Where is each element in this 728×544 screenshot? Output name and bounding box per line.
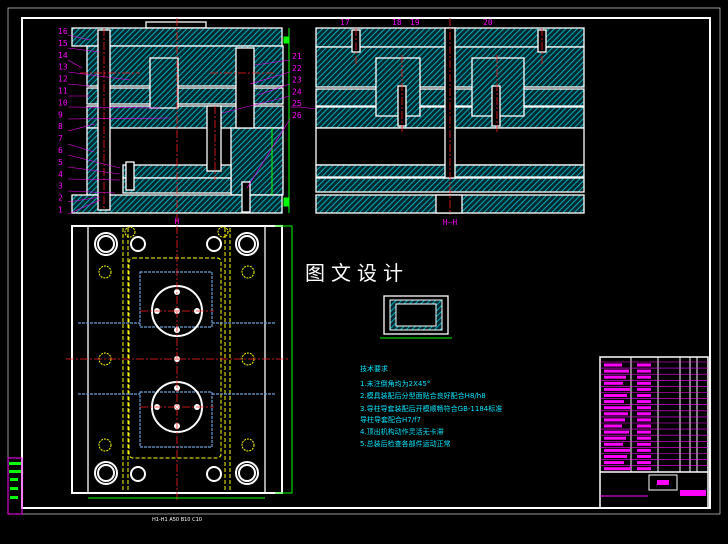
title-block-cell-text	[604, 400, 624, 404]
part-number-label: 23	[292, 76, 302, 85]
requirement-item: 3.导柱导套装配后开模顺畅符合GB-1184标准	[360, 404, 502, 413]
requirement-item: 5.总装后检查各部件运动正常	[360, 439, 451, 448]
part-number-label: 17	[340, 18, 350, 27]
title-block-cell-text	[604, 461, 624, 465]
title-block-cell-text	[637, 430, 651, 434]
title-block-cell-text	[637, 381, 651, 385]
plan-view	[66, 225, 293, 500]
title-block-cell-text	[637, 412, 651, 416]
title-block-cell-text	[637, 418, 651, 422]
title-block-cell-text	[604, 412, 628, 416]
title-block-cell-text	[604, 418, 625, 422]
title-block-cell-text	[604, 363, 622, 367]
part-number-label: 18	[392, 18, 402, 27]
part-number-label: 1	[58, 206, 63, 215]
detail-view	[380, 295, 452, 339]
part-number-label: 19	[410, 18, 420, 27]
left-part-labels: 16 15 14 13 12 11 10 9 8 7 6 5 4 3 2 1	[58, 27, 68, 215]
part-number-label: 15	[58, 39, 68, 48]
title-block-cell-text	[637, 369, 651, 373]
title-block-cell-text	[637, 406, 651, 410]
title-block-cell-text	[637, 375, 651, 379]
title-block-cell-text	[637, 448, 651, 452]
title-block-cell-text	[637, 436, 651, 440]
title-block-cell-text	[604, 455, 627, 458]
part-number-label: 4	[58, 170, 63, 179]
requirement-item: 2.模具装配后分型面贴合良好配合H8/h8	[360, 391, 486, 400]
part-number-label: 10	[58, 98, 68, 107]
title-block-cell-text	[604, 394, 627, 397]
title-block-cell-text	[637, 424, 651, 428]
part-number-label: 20	[483, 18, 493, 27]
requirements-title: 技术要求	[360, 364, 388, 373]
title-block-cell-text	[604, 387, 630, 391]
title-block-cell-text	[604, 369, 629, 373]
cad-drawing: 16151413121110987654321 212223242526 17 1…	[7, 7, 721, 542]
part-number-label: 24	[292, 87, 302, 96]
part-number-label: 5	[58, 158, 63, 167]
title-block-cell-text	[637, 400, 651, 404]
title-block-cell-text	[604, 381, 623, 385]
binding-strip	[7, 457, 23, 515]
part-number-label: 8	[58, 122, 63, 131]
part-number-label: 9	[58, 110, 63, 119]
title-block-cell-text	[604, 448, 630, 452]
part-number-label: 11	[58, 87, 68, 96]
part-number-label: 21	[292, 52, 302, 61]
title-block-cell-text	[637, 455, 651, 458]
part-number-label: 26	[292, 111, 302, 120]
plan-section-marker: H	[175, 217, 180, 226]
requirement-item: 导柱导套配合H7/f7	[360, 415, 421, 424]
bottom-note: H1-H1 A50 B10 C10	[152, 517, 202, 523]
title-block-cell-text	[604, 406, 631, 410]
part-number-label: 22	[292, 64, 302, 73]
part-number-label: 14	[58, 51, 68, 60]
technical-requirements: 技术要求 1.未注倒角均为2X45° 2.模具装配后分型面贴合良好配合H8/h8…	[360, 364, 502, 448]
part-number-label: 7	[58, 134, 63, 143]
section-label: H—H	[443, 218, 458, 227]
part-number-label: 6	[58, 146, 63, 155]
title-block-cell-text	[637, 461, 651, 465]
part-number-label: 13	[58, 63, 68, 72]
title-block-cell-text	[604, 467, 631, 471]
title-block-cell-text	[637, 442, 651, 446]
part-number-label: 16	[58, 27, 68, 36]
title-block-cell-text	[637, 467, 651, 471]
title-block-cell-text	[604, 424, 622, 428]
right-part-labels: 21 22 23 24 25 26	[292, 52, 302, 120]
top-part-labels: 17 18 19 20	[340, 18, 493, 27]
title-block-cell-text	[637, 387, 651, 391]
requirement-item: 4.顶出机构动作灵活无卡滞	[360, 427, 444, 436]
title-block-cell-text	[604, 375, 626, 379]
part-number-label: 2	[58, 194, 63, 203]
title-block-cell-text	[604, 436, 626, 440]
title-block-cell-text	[604, 430, 629, 434]
title-block-cell-text	[637, 363, 651, 367]
title-block	[599, 356, 709, 509]
requirement-item: 1.未注倒角均为2X45°	[360, 379, 430, 388]
title-block-cell-text	[637, 394, 651, 397]
watermark: 图文设计	[305, 261, 409, 285]
part-number-label: 3	[58, 182, 63, 191]
part-number-label: 25	[292, 99, 302, 108]
part-number-label: 12	[58, 75, 68, 84]
title-block-cell-text	[604, 442, 623, 446]
